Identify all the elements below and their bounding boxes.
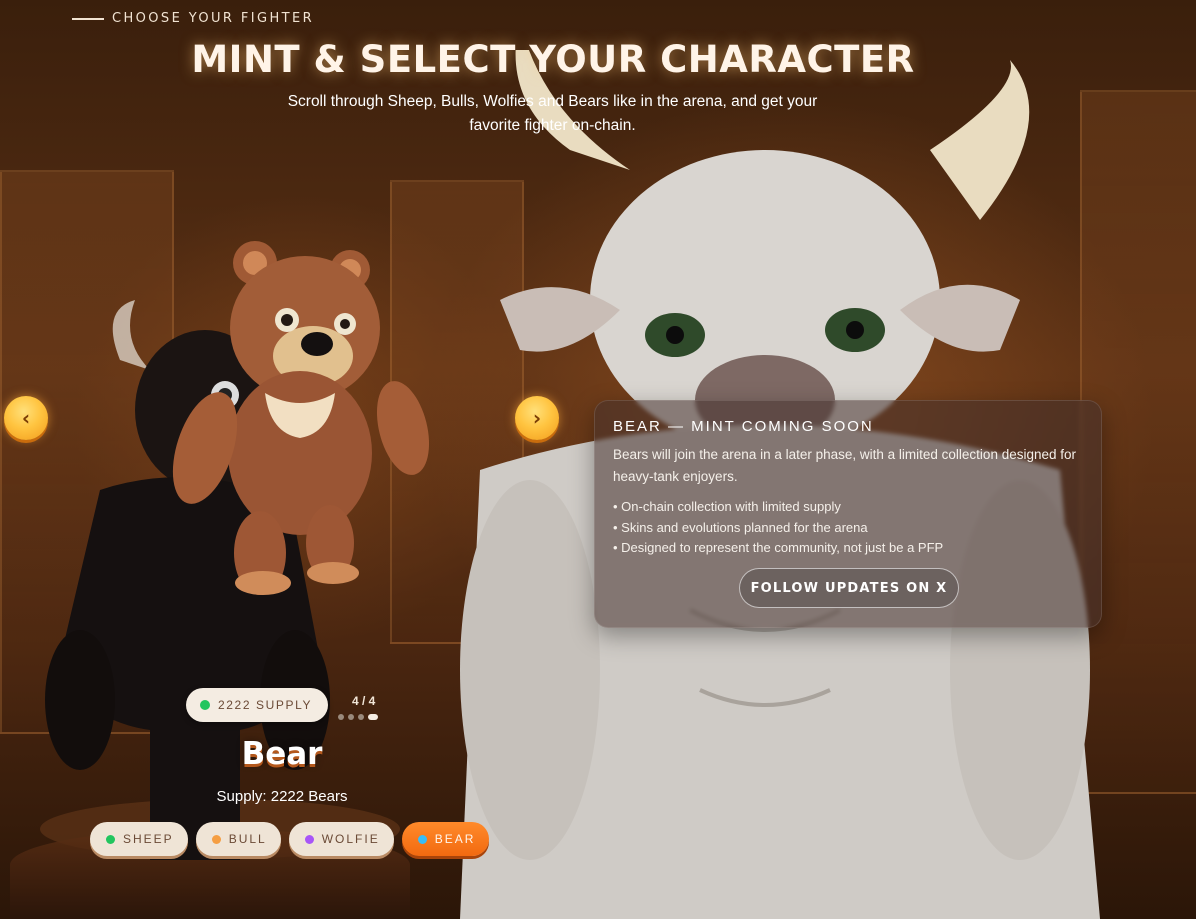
page-title: MINT & SELECT YOUR CHARACTER — [191, 38, 915, 81]
supply-badge: 2222 SUPPLY — [186, 688, 329, 722]
supply-status-dot — [200, 700, 210, 710]
feature-item: Skins and evolutions planned for the are… — [613, 518, 943, 539]
pager-dot-active[interactable] — [368, 714, 378, 720]
bear-character-image — [172, 241, 430, 595]
panel-description: Bears will join the arena in a later pha… — [613, 447, 1077, 484]
follow-updates-button[interactable]: FOLLOW UPDATES ON X — [739, 568, 959, 608]
tab-sheep[interactable]: SHEEP — [90, 822, 188, 856]
tab-dot — [417, 834, 427, 844]
character-name: Bear — [241, 736, 323, 772]
tab-dot — [304, 834, 314, 844]
tab-dot — [106, 834, 115, 844]
panel-title: BEAR — MINT COMING SOON — [613, 418, 874, 435]
character-supply: Supply: 2222 Bears — [216, 788, 348, 805]
carousel-prev-button[interactable]: ‹ — [4, 396, 48, 440]
page-subtitle: Scroll through Sheep, Bulls, Wolfies and… — [287, 93, 818, 134]
eyebrow-label: CHOOSE YOUR FIGHTER — [112, 11, 315, 26]
tab-wolfie[interactable]: WOLFIE — [288, 822, 394, 856]
slide-counter: 4 / 4 — [352, 694, 376, 708]
pager-dot[interactable] — [348, 714, 354, 720]
section-eyebrow: CHOOSE YOUR FIGHTER — [72, 11, 314, 26]
slide-pager — [338, 714, 378, 720]
feature-item: Designed to represent the community, not… — [613, 538, 943, 559]
supply-badge-label: 2222 SUPPLY — [218, 698, 313, 712]
chevron-right-icon: › — [532, 406, 542, 430]
tab-label: SHEEP — [123, 832, 174, 846]
chevron-left-icon: ‹ — [21, 406, 31, 430]
tab-label: BULL — [228, 832, 267, 846]
eyebrow-line — [72, 17, 104, 20]
feature-item: On-chain collection with limited supply — [613, 497, 943, 518]
pager-dot[interactable] — [358, 714, 364, 720]
tab-bear[interactable]: BEAR — [401, 822, 490, 856]
tab-bull[interactable]: BULL — [195, 822, 281, 856]
pager-dot[interactable] — [338, 714, 344, 720]
feature-list: On-chain collection with limited supply … — [613, 497, 943, 559]
tab-label: BEAR — [434, 832, 476, 846]
character-tabs: SHEEP BULL WOLFIE BEAR — [90, 822, 490, 856]
character-info-panel: BEAR — MINT COMING SOON Bears will join … — [594, 400, 1102, 628]
carousel-next-button[interactable]: › — [515, 396, 559, 440]
tab-label: WOLFIE — [321, 832, 380, 846]
tab-dot — [211, 834, 221, 844]
